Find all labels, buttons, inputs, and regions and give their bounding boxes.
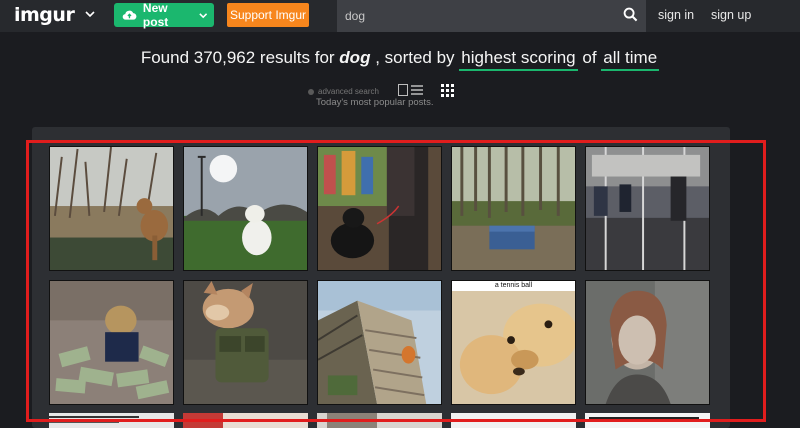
- chevron-down-icon[interactable]: [85, 9, 95, 19]
- results-sorted-label: , sorted by: [375, 48, 455, 67]
- top-navigation-bar: imgur New post Support Imgur dog sign in…: [0, 0, 800, 32]
- advanced-search-icon: [308, 88, 314, 95]
- popular-posts-subtitle: Today's most popular posts.: [316, 97, 434, 108]
- support-imgur-button[interactable]: Support Imgur: [227, 3, 309, 27]
- time-range-dropdown[interactable]: all time: [601, 48, 660, 71]
- search-input-value[interactable]: dog: [345, 9, 365, 23]
- advanced-search-link[interactable]: advanced search: [308, 87, 379, 96]
- advanced-search-label: advanced search: [318, 87, 379, 96]
- search-input[interactable]: dog: [337, 0, 646, 32]
- results-heading: Found 370,962 results for dog , sorted b…: [0, 48, 800, 71]
- sort-dropdown[interactable]: highest scoring: [459, 48, 578, 71]
- results-query: dog: [339, 48, 371, 67]
- imgur-logo[interactable]: imgur: [14, 4, 75, 26]
- chevron-down-icon: [198, 12, 207, 18]
- new-post-label: New post: [142, 1, 169, 29]
- results-count: Found 370,962 results for: [140, 48, 335, 67]
- search-icon[interactable]: [623, 7, 638, 22]
- sign-in-link[interactable]: sign in: [658, 8, 694, 22]
- results-of-label: of: [582, 48, 597, 67]
- cloud-upload-icon: [122, 10, 137, 20]
- new-post-button[interactable]: New post: [114, 1, 214, 29]
- grid-view-icon[interactable]: [441, 84, 454, 97]
- highlight-box: [26, 140, 766, 422]
- list-view-icon[interactable]: [398, 84, 424, 96]
- sign-up-link[interactable]: sign up: [711, 8, 751, 22]
